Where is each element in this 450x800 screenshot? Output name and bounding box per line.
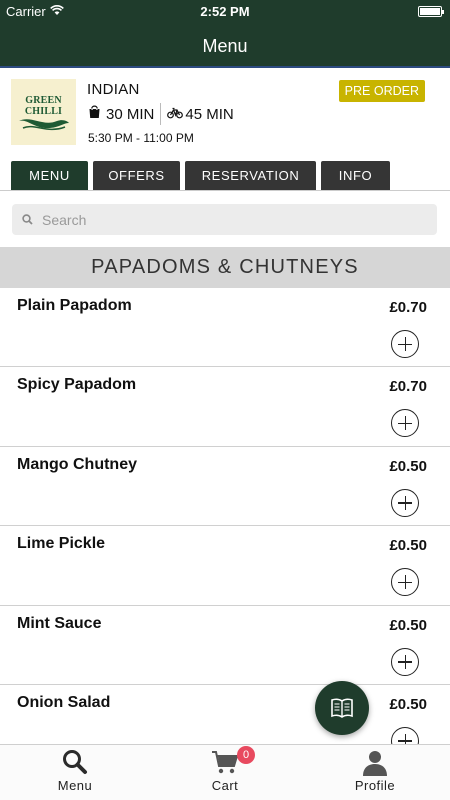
item-name: Lime Pickle — [17, 535, 106, 553]
search-bar — [12, 204, 437, 235]
cart-icon — [150, 749, 300, 777]
tab-menu[interactable]: MENU — [11, 161, 88, 190]
bicycle-icon — [167, 106, 184, 123]
cart-count-badge: 0 — [237, 746, 255, 764]
magnifier-icon — [0, 749, 150, 777]
item-price: £0.50 — [389, 537, 427, 555]
item-name: Mango Chutney — [17, 455, 137, 473]
bottom-tab-bar: Menu 0 Cart Profile — [0, 744, 450, 800]
tabs-divider — [0, 190, 450, 191]
menu-item[interactable]: Lime Pickle £0.50 — [0, 526, 450, 606]
plus-circle-icon[interactable] — [391, 330, 419, 358]
times-divider — [160, 103, 162, 125]
item-name: Mint Sauce — [17, 614, 102, 632]
book-icon — [331, 698, 353, 718]
menu-item-list[interactable]: Plain Papadom £0.70 Spicy Papadom £0.70 … — [0, 288, 450, 744]
plus-circle-icon[interactable] — [391, 568, 419, 597]
search-input[interactable] — [42, 204, 422, 235]
restaurant-header: GREEN CHILLI INDIAN 30 MIN 45 MIN 5:30 P… — [0, 70, 450, 156]
item-price: £0.70 — [389, 299, 427, 316]
bottom-tab-menu[interactable]: Menu — [0, 745, 150, 800]
pre-order-button[interactable]: PRE ORDER — [338, 80, 425, 102]
plus-circle-icon[interactable] — [391, 726, 419, 744]
menu-tabs: MENU OFFERS RESERVATION INFO — [11, 161, 390, 190]
item-name: Plain Papadom — [17, 297, 132, 314]
opening-hours: 5:30 PM - 11:00 PM — [88, 131, 194, 145]
menu-item[interactable]: Mint Sauce £0.50 — [0, 606, 450, 685]
restaurant-logo: GREEN CHILLI — [11, 79, 76, 145]
plus-circle-icon[interactable] — [391, 409, 419, 438]
menu-item[interactable]: Spicy Papadom £0.70 — [0, 367, 450, 447]
nav-bar: Menu — [0, 24, 450, 68]
delivery-times: 30 MIN 45 MIN — [88, 103, 234, 125]
bottom-tab-cart[interactable]: 0 Cart — [150, 745, 300, 800]
bottom-tab-menu-label: Menu — [57, 778, 93, 793]
cuisine-label: INDIAN — [87, 81, 140, 98]
chilli-logo-icon — [19, 119, 69, 131]
status-bar: Carrier 2:52 PM — [0, 0, 450, 24]
item-name: Onion Salad — [17, 693, 111, 711]
person-icon — [300, 749, 450, 777]
item-price: £0.70 — [389, 378, 427, 396]
category-header: PAPADOMS & CHUTNEYS — [0, 247, 450, 288]
menu-item[interactable]: Onion Salad £0.50 — [0, 685, 450, 744]
item-price: £0.50 — [389, 457, 427, 475]
plus-circle-icon[interactable] — [391, 647, 419, 676]
battery-icon — [418, 6, 444, 17]
tab-info[interactable]: INFO — [321, 161, 390, 190]
item-name: Spicy Papadom — [17, 376, 137, 394]
menu-item[interactable]: Plain Papadom £0.70 — [0, 288, 450, 368]
bag-icon — [88, 105, 101, 123]
bottom-tab-profile[interactable]: Profile — [300, 745, 450, 800]
status-time: 2:52 PM — [200, 4, 250, 19]
bottom-tab-profile-label: Profile — [354, 778, 396, 793]
tab-reservation[interactable]: RESERVATION — [185, 161, 316, 190]
menu-item[interactable]: Mango Chutney £0.50 — [0, 447, 450, 527]
item-price: £0.50 — [389, 616, 427, 634]
plus-circle-icon[interactable] — [391, 488, 419, 517]
menu-book-button[interactable] — [315, 681, 369, 735]
delivery-time: 45 MIN — [185, 105, 234, 123]
search-icon — [22, 214, 33, 225]
page-title: Menu — [202, 36, 248, 56]
tab-offers[interactable]: OFFERS — [93, 161, 180, 190]
bottom-tab-cart-label: Cart — [211, 778, 239, 793]
item-price: £0.50 — [389, 695, 427, 713]
collection-time: 30 MIN — [106, 105, 155, 123]
